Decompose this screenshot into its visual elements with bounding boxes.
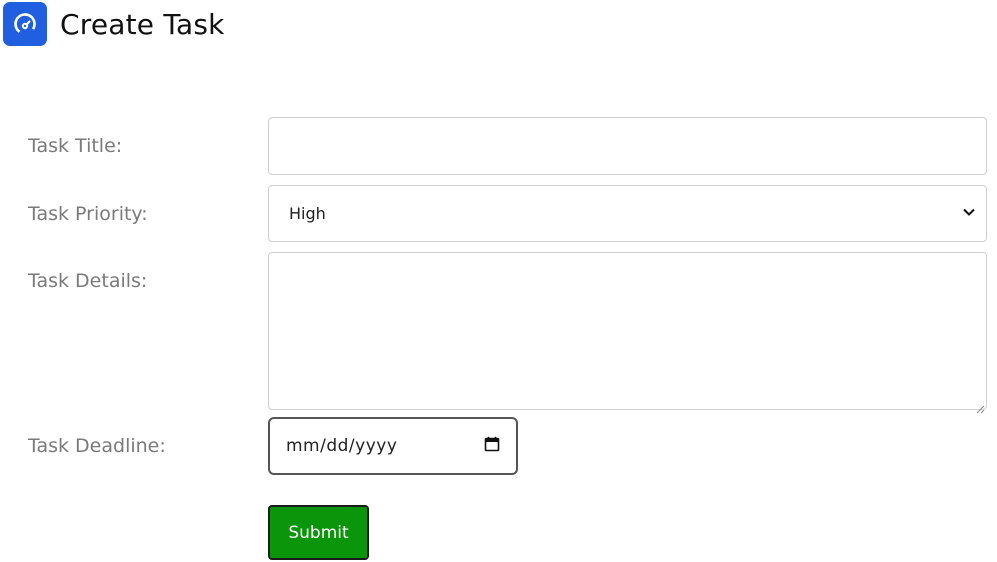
page-title: Create Task: [60, 7, 225, 41]
chevron-down-icon: [962, 204, 976, 223]
task-title-label: Task Title:: [28, 135, 123, 157]
task-details-label: Task Details:: [28, 270, 148, 292]
speedometer-icon: [3, 2, 47, 46]
task-priority-label: Task Priority:: [28, 203, 148, 225]
task-priority-select[interactable]: High: [268, 185, 987, 242]
task-deadline-input[interactable]: mm/dd/yyyy: [268, 417, 518, 475]
resize-handle-icon[interactable]: [976, 399, 985, 414]
calendar-icon[interactable]: [484, 436, 500, 457]
task-details-textarea[interactable]: [268, 252, 987, 410]
task-priority-value: High: [289, 204, 326, 223]
task-deadline-label: Task Deadline:: [28, 435, 166, 457]
date-placeholder: mm/dd/yyyy: [286, 436, 398, 456]
submit-button[interactable]: Submit: [268, 505, 369, 560]
task-title-input[interactable]: [268, 117, 987, 175]
page-header: Create Task: [3, 2, 225, 46]
task-details-wrapper: [268, 252, 987, 414]
